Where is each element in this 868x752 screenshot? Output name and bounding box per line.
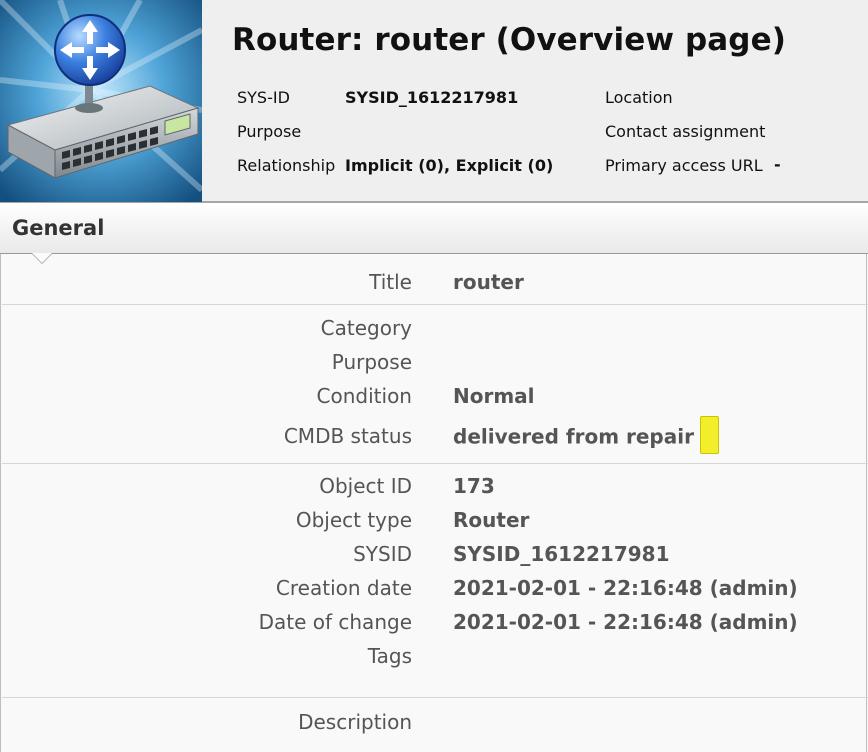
section-title: General: [12, 216, 105, 240]
field-value-title: router: [453, 270, 524, 294]
field-label-cmdb-status: CMDB status: [283, 424, 412, 448]
field-row-condition: Condition Normal: [1, 384, 868, 414]
field-label-purpose: Purpose: [331, 350, 412, 374]
divider: [2, 304, 868, 305]
field-row-purpose: Purpose: [1, 350, 868, 380]
field-row-title: Title router: [1, 270, 868, 300]
field-value-date-of-change: 2021-02-01 - 22:16:48 (admin): [453, 610, 798, 634]
field-value-creation-date: 2021-02-01 - 22:16:48 (admin): [453, 576, 798, 600]
page-title: Router: router (Overview page): [232, 22, 786, 58]
router-device-icon: [0, 0, 202, 202]
general-form: Title router Category Purpose Condition …: [0, 254, 868, 752]
object-header: Router: router (Overview page) SYS-ID SY…: [0, 0, 868, 203]
field-row-description: Description: [1, 710, 868, 740]
primary-access-url-value[interactable]: -: [774, 155, 781, 174]
field-label-condition: Condition: [316, 384, 412, 408]
field-label-description: Description: [298, 710, 412, 734]
cmdb-status-color-badge: [699, 416, 719, 454]
field-value-sysid: SYSID_1612217981: [453, 542, 670, 566]
location-label: Location: [605, 88, 673, 107]
divider: [2, 697, 868, 698]
field-row-creation-date: Creation date 2021-02-01 - 22:16:48 (adm…: [1, 576, 868, 606]
field-value-cmdb-status-wrap: delivered from repair: [453, 416, 719, 457]
section-header-general[interactable]: General: [0, 203, 868, 254]
field-row-date-of-change: Date of change 2021-02-01 - 22:16:48 (ad…: [1, 610, 868, 640]
relationship-value[interactable]: Implicit (0), Explicit (0): [345, 156, 553, 175]
field-label-category: Category: [320, 316, 412, 340]
contact-assignment-label: Contact assignment: [605, 122, 766, 141]
field-value-condition: Normal: [453, 384, 535, 408]
field-label-object-id: Object ID: [319, 474, 412, 498]
field-value-cmdb-status: delivered from repair: [453, 424, 694, 449]
field-row-sysid: SYSID SYSID_1612217981: [1, 542, 868, 572]
field-row-object-id: Object ID 173: [1, 474, 868, 504]
field-row-cmdb-status: CMDB status delivered from repair: [1, 416, 868, 454]
section-pointer-fill: [32, 253, 52, 263]
field-label-object-type: Object type: [295, 508, 412, 532]
field-row-object-type: Object type Router: [1, 508, 868, 538]
field-label-sysid: SYSID: [353, 542, 412, 566]
field-value-object-id: 173: [453, 474, 495, 498]
purpose-label: Purpose: [237, 122, 302, 141]
sysid-label: SYS-ID: [237, 88, 290, 107]
field-row-category: Category: [1, 316, 868, 346]
field-value-object-type: Router: [453, 508, 530, 532]
field-label-title: Title: [369, 270, 412, 294]
sysid-value: SYSID_1612217981: [345, 88, 519, 107]
field-row-tags: Tags: [1, 644, 868, 674]
relationship-label: Relationship: [237, 156, 336, 175]
field-label-date-of-change: Date of change: [258, 610, 412, 634]
divider: [2, 463, 868, 464]
primary-access-url-label: Primary access URL: [605, 156, 763, 175]
field-label-tags: Tags: [367, 644, 412, 668]
field-label-creation-date: Creation date: [275, 576, 412, 600]
